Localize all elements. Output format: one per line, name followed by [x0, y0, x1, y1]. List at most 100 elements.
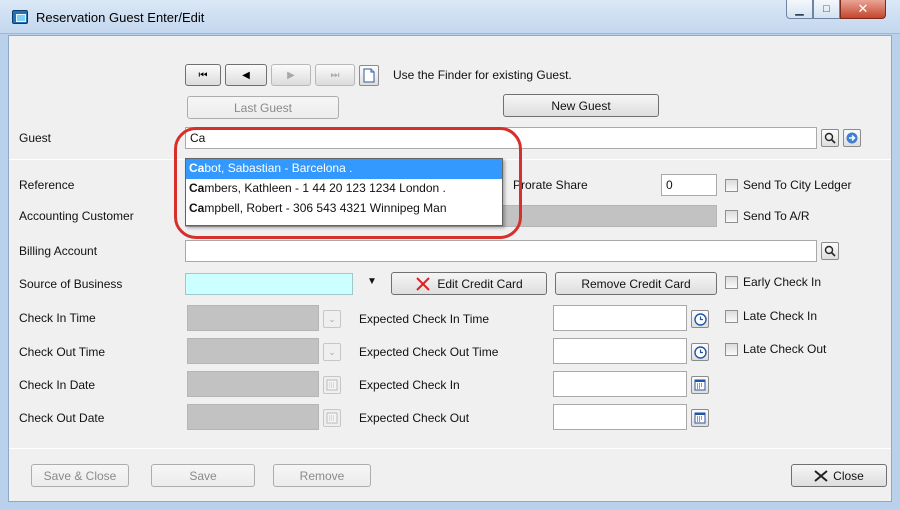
app-icon [12, 10, 28, 24]
next-icon: ▶ [287, 69, 295, 81]
calendar-icon [694, 412, 706, 424]
next-record-button[interactable]: ▶ [271, 64, 311, 86]
chevron-down-icon[interactable]: ▼ [367, 276, 377, 287]
early-check-in-label: Early Check In [743, 275, 822, 289]
early-check-in-checkbox[interactable] [725, 276, 738, 289]
chevron-down-icon: ⌄ [328, 313, 336, 324]
expected-check-in-input[interactable] [553, 371, 687, 397]
check-out-time-spin-button[interactable]: ⌄ [323, 343, 341, 361]
previous-icon: ◀ [242, 69, 250, 81]
separator-line [9, 448, 891, 449]
check-out-time-input[interactable] [187, 338, 319, 364]
send-to-city-ledger-checkbox[interactable] [725, 179, 738, 192]
close-x-icon [814, 469, 828, 482]
red-x-icon [416, 276, 431, 291]
billing-account-search-button[interactable] [821, 242, 839, 260]
list-item[interactable]: Campbell, Robert - 306 543 4321 Winnipeg… [186, 199, 502, 219]
minimize-button[interactable]: ▁ [786, 0, 813, 19]
close-icon: ✕ [857, 1, 869, 16]
list-item[interactable]: Cambers, Kathleen - 1 44 20 123 1234 Lon… [186, 179, 502, 199]
send-to-ar-label: Send To A/R [743, 209, 810, 223]
list-item[interactable]: Cabot, Sabastian - Barcelona . [186, 159, 502, 179]
title-bar[interactable]: Reservation Guest Enter/Edit ▁ □ ✕ [0, 0, 900, 34]
expected-check-out-input[interactable] [553, 404, 687, 430]
clock-icon [693, 312, 707, 326]
edit-credit-card-button[interactable]: Edit Credit Card [391, 272, 547, 295]
chevron-down-icon: ⌄ [328, 346, 336, 357]
save-button[interactable]: Save [151, 464, 255, 487]
search-icon [824, 132, 836, 144]
check-out-date-calendar-button[interactable] [323, 409, 341, 427]
check-in-date-calendar-button[interactable] [323, 376, 341, 394]
billing-account-label: Billing Account [19, 244, 98, 258]
document-icon [363, 68, 375, 83]
check-out-date-label: Check Out Date [19, 411, 105, 425]
expected-check-out-label: Expected Check Out [359, 411, 470, 425]
check-in-time-spin-button[interactable]: ⌄ [323, 310, 341, 328]
arrow-right-icon [846, 132, 858, 144]
first-icon: ⏮ [198, 69, 208, 81]
expected-check-out-calendar-button[interactable] [691, 409, 709, 427]
maximize-button[interactable]: □ [813, 0, 840, 19]
late-check-in-label: Late Check In [743, 309, 818, 323]
send-to-ar-checkbox[interactable] [725, 210, 738, 223]
edit-credit-card-label: Edit Credit Card [437, 276, 523, 291]
item-text: mbers, Kathleen - 1 44 20 123 1234 Londo… [204, 181, 446, 195]
close-window-button[interactable]: ✕ [840, 0, 886, 19]
last-guest-button[interactable]: Last Guest [187, 96, 339, 119]
new-guest-button[interactable]: New Guest [503, 94, 659, 117]
expected-check-in-time-label: Expected Check In Time [359, 312, 490, 326]
calendar-icon [694, 379, 706, 391]
check-in-date-label: Check In Date [19, 378, 96, 392]
expected-check-in-label: Expected Check In [359, 378, 460, 392]
window-title: Reservation Guest Enter/Edit [36, 10, 205, 25]
late-check-in-checkbox[interactable] [725, 310, 738, 323]
new-document-button[interactable] [359, 65, 379, 86]
source-of-business-select[interactable] [185, 273, 353, 295]
check-in-date-input[interactable] [187, 371, 319, 397]
source-of-business-label: Source of Business [19, 277, 123, 291]
send-to-city-ledger-label: Send To City Ledger [743, 178, 852, 192]
close-label: Close [833, 468, 864, 483]
remove-button[interactable]: Remove [273, 464, 371, 487]
match-text: Ca [189, 161, 205, 175]
check-in-time-input[interactable] [187, 305, 319, 331]
expected-check-in-time-clock-button[interactable] [691, 310, 709, 328]
guest-go-button[interactable] [843, 129, 861, 147]
prorate-share-input[interactable]: 0 [661, 174, 717, 196]
close-button[interactable]: Close [791, 464, 887, 487]
calendar-icon [326, 379, 338, 391]
prorate-share-label: Prorate Share [513, 178, 588, 192]
expected-check-out-time-label: Expected Check Out Time [359, 345, 499, 359]
guest-input[interactable]: Ca [185, 127, 817, 149]
billing-account-input[interactable] [185, 240, 817, 262]
reference-label: Reference [19, 178, 75, 192]
last-record-button[interactable]: ⏭ [315, 64, 355, 86]
late-check-out-label: Late Check Out [743, 342, 827, 356]
late-check-out-checkbox[interactable] [725, 343, 738, 356]
expected-check-out-time-input[interactable] [553, 338, 687, 364]
expected-check-out-time-clock-button[interactable] [691, 343, 709, 361]
search-icon [824, 245, 836, 257]
guest-autocomplete-list: Cabot, Sabastian - Barcelona . Cambers, … [185, 158, 503, 226]
previous-record-button[interactable]: ◀ [225, 64, 267, 86]
clock-icon [693, 345, 707, 359]
guest-search-button[interactable] [821, 129, 839, 147]
last-icon: ⏭ [330, 69, 340, 81]
expected-check-in-calendar-button[interactable] [691, 376, 709, 394]
item-text: bot, Sabastian - Barcelona . [204, 161, 353, 175]
first-record-button[interactable]: ⏮ [185, 64, 221, 86]
check-in-time-label: Check In Time [19, 311, 96, 325]
check-out-time-label: Check Out Time [19, 345, 106, 359]
check-out-date-input[interactable] [187, 404, 319, 430]
maximize-icon: □ [823, 3, 830, 15]
match-text: Ca [189, 201, 205, 215]
minimize-icon: ▁ [795, 3, 804, 16]
save-and-close-button[interactable]: Save & Close [31, 464, 129, 487]
match-text: Ca [189, 181, 205, 195]
guest-label: Guest [19, 131, 52, 145]
remove-credit-card-button[interactable]: Remove Credit Card [555, 272, 717, 295]
expected-check-in-time-input[interactable] [553, 305, 687, 331]
caption-buttons: ▁ □ ✕ [786, 0, 886, 20]
finder-hint: Use the Finder for existing Guest. [393, 68, 572, 82]
